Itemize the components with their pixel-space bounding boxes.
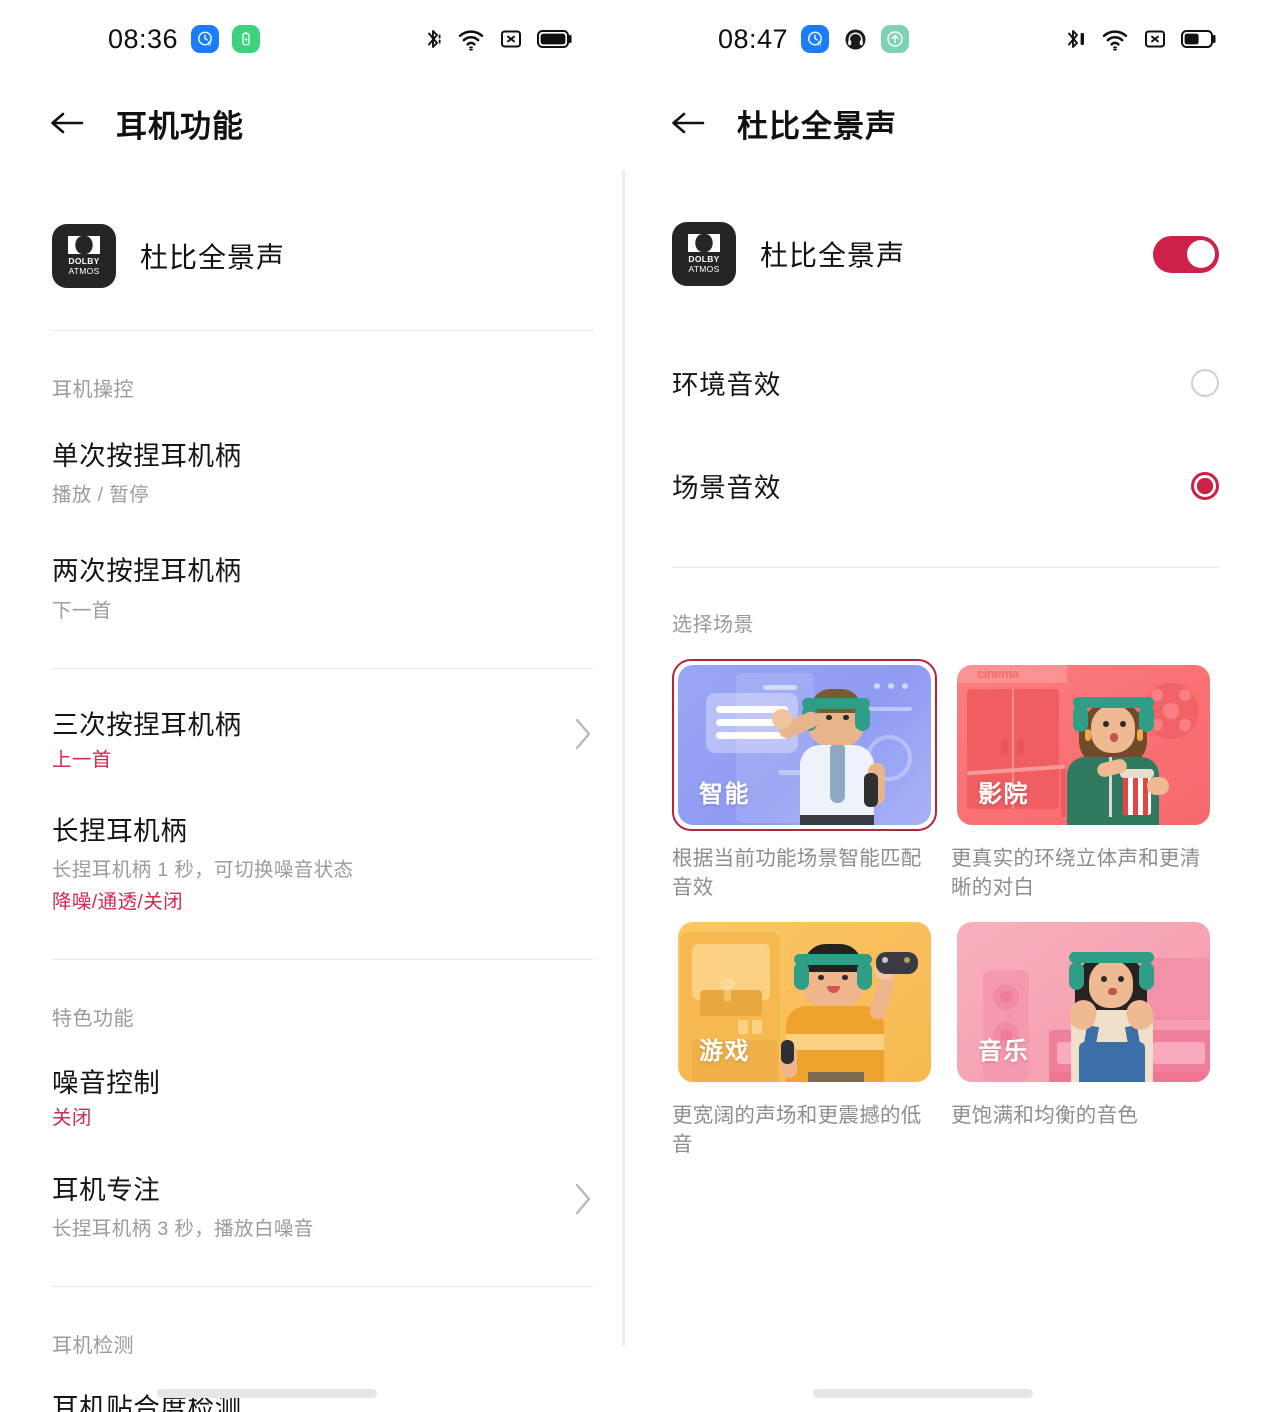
scene-card-label: 游戏: [699, 1038, 750, 1066]
scene-card-image: 智能: [678, 665, 931, 825]
row-noise-control[interactable]: 噪音控制 关闭: [52, 1067, 593, 1131]
row-subtitle: 长捏耳机柄 3 秒，播放白噪音: [52, 1217, 314, 1240]
dolby-atmos-icon: DOLBY ATMOS: [672, 222, 736, 286]
row-title: 耳机专注: [52, 1174, 161, 1205]
wifi-icon: [457, 27, 485, 51]
dolby-atmos-label: 杜比全景声: [140, 242, 286, 273]
scene-card-description: 更宽阔的声场和更震撼的低音: [672, 1104, 922, 1157]
row-double-press[interactable]: 两次按捏耳机柄 下一首: [52, 555, 593, 623]
divider: [52, 959, 593, 961]
dolby-atmos-icon: DOLBY ATMOS: [52, 224, 116, 288]
status-time: 08:47: [718, 23, 789, 54]
scene-card-image: 游戏: [678, 922, 931, 1083]
divider: [52, 667, 593, 669]
battery-icon: [537, 28, 573, 50]
row-title: 噪音控制: [52, 1068, 161, 1099]
upload-badge-icon: [881, 25, 910, 53]
scene-card-label: 音乐: [978, 1038, 1029, 1066]
row-title: 两次按捏耳机柄: [52, 556, 242, 587]
scene-card-frame[interactable]: 游戏: [672, 916, 937, 1088]
row-subtitle: 下一首: [52, 599, 112, 622]
section-label-features: 特色功能: [52, 1008, 134, 1031]
scene-card-smart[interactable]: 智能 根据当前功能场景智能匹配音效: [672, 659, 937, 902]
left-phone-screen: 08:36 8 耳机功能 DOLBY ATMOS 杜比全景声 耳机操控 单次按捏…: [0, 0, 623, 1412]
right-navbar: 杜比全景声: [623, 78, 1267, 168]
dolby-logo-line2: ATMOS: [68, 266, 100, 276]
dolby-logo-line2: ATMOS: [688, 264, 720, 274]
row-value: 降噪/通透/关闭: [52, 890, 184, 913]
row-subtitle: 长捏耳机柄 1 秒，可切换噪音状态: [52, 859, 354, 882]
dolby-atmos-entry[interactable]: DOLBY ATMOS 杜比全景声: [52, 224, 623, 288]
row-triple-press[interactable]: 三次按捏耳机柄 上一首: [52, 709, 593, 773]
row-title: 三次按捏耳机柄: [52, 709, 242, 740]
alarm-badge-icon: 8: [191, 25, 220, 53]
dolby-atmos-switch[interactable]: [1153, 235, 1219, 273]
svg-text:8: 8: [818, 40, 822, 47]
back-button[interactable]: [44, 100, 90, 146]
section-label-choose-scene: 选择场景: [672, 614, 754, 636]
row-long-press[interactable]: 长捏耳机柄 长捏耳机柄 1 秒，可切换噪音状态 降噪/通透/关闭: [52, 815, 593, 915]
alarm-badge-icon: 8: [801, 25, 830, 53]
scene-card-label: 影院: [978, 781, 1029, 808]
scene-card-cinema[interactable]: cinema 影院 更真实的环绕立体声和更清晰的对白: [951, 659, 1216, 902]
radio-row-ambient[interactable]: 环境音效: [672, 363, 1219, 402]
divider: [52, 1285, 593, 1287]
section-label-controls: 耳机操控: [52, 379, 134, 401]
switch-knob: [1186, 240, 1215, 268]
row-title: 长捏耳机柄: [52, 816, 188, 847]
scene-card-music[interactable]: 音乐 更饱满和均衡的音色: [951, 916, 1216, 1159]
row-value: 上一首: [52, 749, 112, 771]
row-title: 单次按捏耳机柄: [52, 441, 242, 471]
scene-card-frame[interactable]: 音乐: [951, 916, 1216, 1088]
scene-card-game[interactable]: 游戏 更宽阔的声场和更震撼的低音: [672, 916, 937, 1159]
radio-label: 场景音效: [672, 473, 782, 503]
battery-icon: [1181, 28, 1217, 50]
bluetooth-icon: [1065, 26, 1087, 52]
row-subtitle: 播放 / 暂停: [52, 484, 150, 507]
radio-row-scene[interactable]: 场景音效: [672, 466, 1219, 505]
scene-card-description: 更真实的环绕立体声和更清晰的对白: [951, 847, 1201, 900]
row-single-press[interactable]: 单次按捏耳机柄 播放 / 暂停: [52, 440, 593, 508]
headphone-badge-icon: [842, 26, 868, 52]
dolby-atmos-label: 杜比全景声: [760, 240, 906, 271]
signal-x-icon: [1143, 27, 1167, 51]
home-indicator: [157, 1389, 377, 1398]
radio-button[interactable]: [1191, 368, 1219, 397]
panel-divider: [622, 170, 625, 1346]
svg-text:8: 8: [208, 40, 212, 47]
back-button[interactable]: [665, 100, 711, 146]
scene-card-frame[interactable]: cinema 影院: [951, 659, 1216, 831]
radio-button-selected[interactable]: [1191, 471, 1219, 500]
chevron-right-icon: [573, 1182, 593, 1221]
page-title: 杜比全景声: [737, 108, 897, 144]
left-status-bar: 08:36 8: [0, 0, 623, 78]
status-time: 08:36: [108, 23, 179, 54]
chevron-right-icon: [573, 717, 593, 756]
divider: [52, 330, 594, 331]
right-status-bar: 08:47 8: [623, 0, 1267, 78]
scene-grid: 智能 根据当前功能场景智能匹配音效 cinema 影院 更真实的环绕立体声和更清…: [672, 659, 1219, 1159]
divider: [672, 567, 1219, 568]
section-label-detection: 耳机检测: [52, 1334, 134, 1357]
row-earphone-focus[interactable]: 耳机专注 长捏耳机柄 3 秒，播放白噪音: [52, 1174, 593, 1242]
scene-card-description: 更饱满和均衡的音色: [951, 1104, 1139, 1128]
scene-card-description: 根据当前功能场景智能匹配音效: [672, 847, 922, 900]
right-phone-screen: 08:47 8 杜比全景声 DOLBY ATMOS 杜比全景声 环境音效 场景音…: [623, 0, 1267, 1412]
scene-card-frame-selected[interactable]: 智能: [672, 659, 937, 831]
scene-card-image: cinema 影院: [957, 665, 1210, 825]
page-title: 耳机功能: [116, 108, 244, 144]
scene-card-image: 音乐: [957, 922, 1210, 1083]
wifi-icon: [1101, 27, 1129, 51]
scene-card-label: 智能: [699, 781, 750, 808]
radio-label: 环境音效: [672, 370, 782, 400]
battery-saver-badge-icon: [232, 25, 261, 53]
bluetooth-icon: [423, 26, 443, 52]
signal-x-icon: [499, 27, 523, 51]
row-value: 关闭: [52, 1107, 92, 1130]
dolby-atmos-toggle-row: DOLBY ATMOS 杜比全景声: [672, 222, 1219, 286]
left-navbar: 耳机功能: [0, 78, 623, 168]
home-indicator: [813, 1389, 1033, 1398]
dual-screenshot-container: 08:36 8 耳机功能 DOLBY ATMOS 杜比全景声 耳机操控 单次按捏…: [0, 0, 1267, 1412]
